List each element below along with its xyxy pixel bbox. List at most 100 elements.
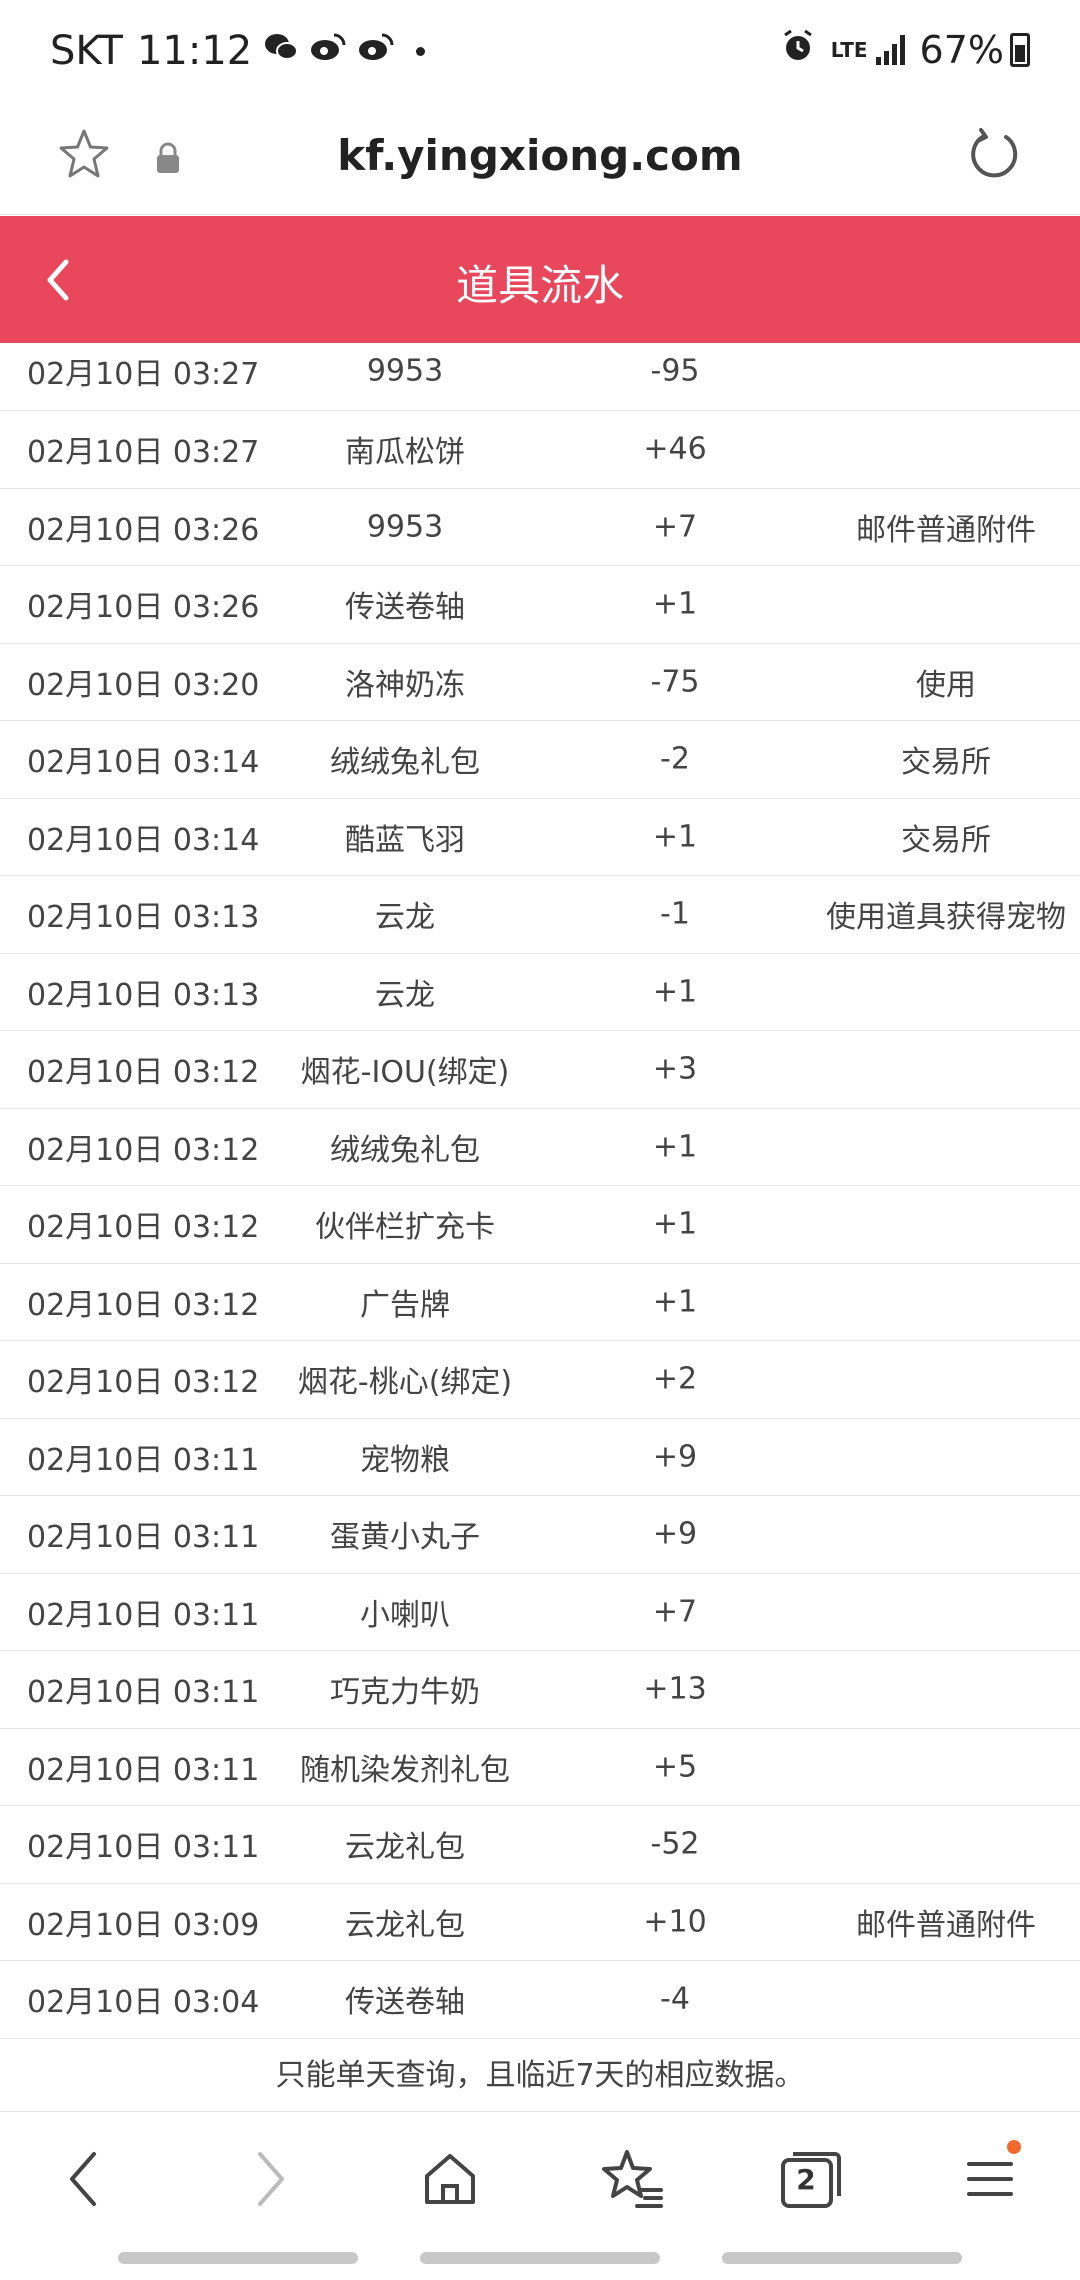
table-row: 02月10日 03:12 伙伴栏扩充卡 +1 — [0, 1186, 1080, 1264]
record-source: 使用道具获得宠物 — [826, 900, 1066, 936]
network-type: LTE — [830, 38, 868, 62]
record-qty: +5 — [652, 1749, 698, 1785]
query-notice: 只能单天查询，且临近7天的相应数据。 — [0, 2040, 1080, 2112]
url-text[interactable]: kf.yingxiong.com — [0, 131, 1080, 180]
record-item: 云龙 — [375, 900, 435, 936]
record-qty: +1 — [652, 1206, 698, 1242]
browser-forward-icon[interactable] — [236, 2144, 306, 2214]
bookmarks-icon[interactable] — [597, 2144, 667, 2214]
gesture-bar — [118, 2252, 358, 2264]
record-qty: +10 — [643, 1904, 707, 1940]
record-item: 酷蓝飞羽 — [345, 822, 465, 858]
table-row: 02月10日 03:11 云龙礼包 -52 — [0, 1806, 1080, 1884]
record-qty: +46 — [643, 431, 707, 467]
battery-percent: 67% — [919, 28, 1004, 72]
gesture-bar — [722, 2252, 962, 2264]
item-flow-table: 02月10日 03:27 9953 -95 02月10日 03:27 南瓜松饼 +46 02… — [0, 343, 1080, 2039]
record-time: 02月10日 03:13 — [27, 977, 260, 1013]
record-qty: +1 — [652, 1284, 698, 1320]
record-item: 9953 — [366, 509, 444, 545]
record-item: 巧克力牛奶 — [330, 1675, 480, 1711]
record-time: 02月10日 03:11 — [27, 1520, 260, 1556]
home-icon[interactable] — [415, 2144, 485, 2214]
record-time: 02月10日 03:12 — [27, 1132, 260, 1168]
tabs-icon[interactable]: 2 — [777, 2144, 847, 2214]
record-item: 绒绒兔礼包 — [330, 745, 480, 781]
record-item: 随机染发剂礼包 — [300, 1752, 510, 1788]
record-time: 02月10日 03:13 — [27, 900, 260, 936]
record-time: 02月10日 03:11 — [27, 1442, 260, 1478]
weibo-icon — [358, 32, 394, 70]
table-row: 02月10日 03:11 小喇叭 +7 — [0, 1574, 1080, 1651]
record-qty: +1 — [652, 586, 698, 622]
record-qty: +1 — [652, 819, 698, 855]
record-qty: -52 — [650, 1826, 700, 1862]
record-time: 02月10日 03:12 — [27, 1055, 260, 1091]
record-item: 传送卷轴 — [345, 590, 465, 626]
signal-icon — [875, 35, 908, 65]
record-item: 蛋黄小丸子 — [330, 1520, 480, 1556]
table-row: 02月10日 03:04 传送卷轴 -4 — [0, 1961, 1080, 2039]
record-time: 02月10日 03:11 — [27, 1597, 260, 1633]
table-row: 02月10日 03:13 云龙 -1 使用道具获得宠物 — [0, 876, 1080, 954]
record-source: 使用 — [916, 667, 976, 703]
record-source: 邮件普通附件 — [856, 512, 1036, 548]
table-row: 02月10日 03:13 云龙 +1 — [0, 954, 1080, 1031]
record-qty: -75 — [650, 664, 700, 700]
record-time: 02月10日 03:14 — [27, 822, 260, 858]
record-qty: +3 — [652, 1051, 698, 1087]
page-header: 道具流水 — [0, 216, 1080, 343]
record-qty: -1 — [660, 896, 690, 932]
record-qty: +7 — [652, 509, 698, 545]
table-row: 02月10日 03:11 蛋黄小丸子 +9 — [0, 1496, 1080, 1574]
record-time: 02月10日 03:27 — [27, 357, 260, 392]
record-time: 02月10日 03:12 — [27, 1365, 260, 1401]
record-time: 02月10日 03:14 — [27, 745, 260, 781]
table-row: 02月10日 03:09 云龙礼包 +10 邮件普通附件 — [0, 1884, 1080, 1961]
record-qty: +9 — [652, 1439, 698, 1475]
table-row: 02月10日 03:20 洛神奶冻 -75 使用 — [0, 644, 1080, 721]
table-row: 02月10日 03:12 绒绒兔礼包 +1 — [0, 1109, 1080, 1186]
table-row: 02月10日 03:26 传送卷轴 +1 — [0, 566, 1080, 644]
record-source: 交易所 — [901, 745, 991, 781]
record-time: 02月10日 03:11 — [27, 1830, 260, 1866]
page-title: 道具流水 — [455, 261, 624, 310]
record-qty: +2 — [652, 1361, 698, 1397]
record-time: 02月10日 03:11 — [27, 1675, 260, 1711]
record-item: 宠物粮 — [360, 1442, 450, 1478]
wechat-icon — [264, 32, 299, 70]
reload-icon[interactable] — [966, 127, 1022, 183]
record-qty: +13 — [643, 1671, 707, 1707]
record-item: 传送卷轴 — [345, 1985, 465, 2021]
table-row: 02月10日 03:27 南瓜松饼 +46 — [0, 411, 1080, 489]
status-left: SKT 11:12 — [50, 28, 426, 74]
record-time: 02月10日 03:27 — [27, 435, 260, 471]
clock: 11:12 — [136, 28, 253, 74]
record-qty: +1 — [652, 974, 698, 1010]
menu-icon[interactable] — [955, 2140, 1025, 2214]
record-item: 绒绒兔礼包 — [330, 1132, 480, 1168]
record-item: 广告牌 — [360, 1287, 450, 1323]
carrier-label: SKT — [50, 28, 123, 74]
table-row: 02月10日 03:12 广告牌 +1 — [0, 1264, 1080, 1341]
notification-dot-icon — [416, 46, 426, 56]
record-item: 洛神奶冻 — [345, 667, 465, 703]
table-row: 02月10日 03:12 烟花-桃心(绑定) +2 — [0, 1341, 1080, 1419]
record-qty: +1 — [652, 1129, 698, 1165]
table-row: 02月10日 03:14 绒绒兔礼包 -2 交易所 — [0, 721, 1080, 799]
table-row: 02月10日 03:11 随机染发剂礼包 +5 — [0, 1729, 1080, 1806]
record-item: 云龙礼包 — [345, 1830, 465, 1866]
record-item: 9953 — [366, 353, 444, 389]
status-right: LTE 67% — [781, 28, 1030, 72]
table-row: 02月10日 03:12 烟花-IOU(绑定) +3 — [0, 1031, 1080, 1109]
record-time: 02月10日 03:26 — [27, 512, 260, 548]
record-qty: -2 — [660, 741, 690, 777]
record-time: 02月10日 03:04 — [27, 1985, 260, 2021]
record-item: 烟花-IOU(绑定) — [300, 1055, 510, 1091]
record-item: 南瓜松饼 — [345, 435, 465, 471]
record-item: 云龙 — [375, 977, 435, 1013]
browser-back-icon[interactable] — [52, 2144, 122, 2214]
table-row: 02月10日 03:14 酷蓝飞羽 +1 交易所 — [0, 799, 1080, 876]
gesture-bar — [420, 2252, 660, 2264]
record-qty: +9 — [652, 1516, 698, 1552]
